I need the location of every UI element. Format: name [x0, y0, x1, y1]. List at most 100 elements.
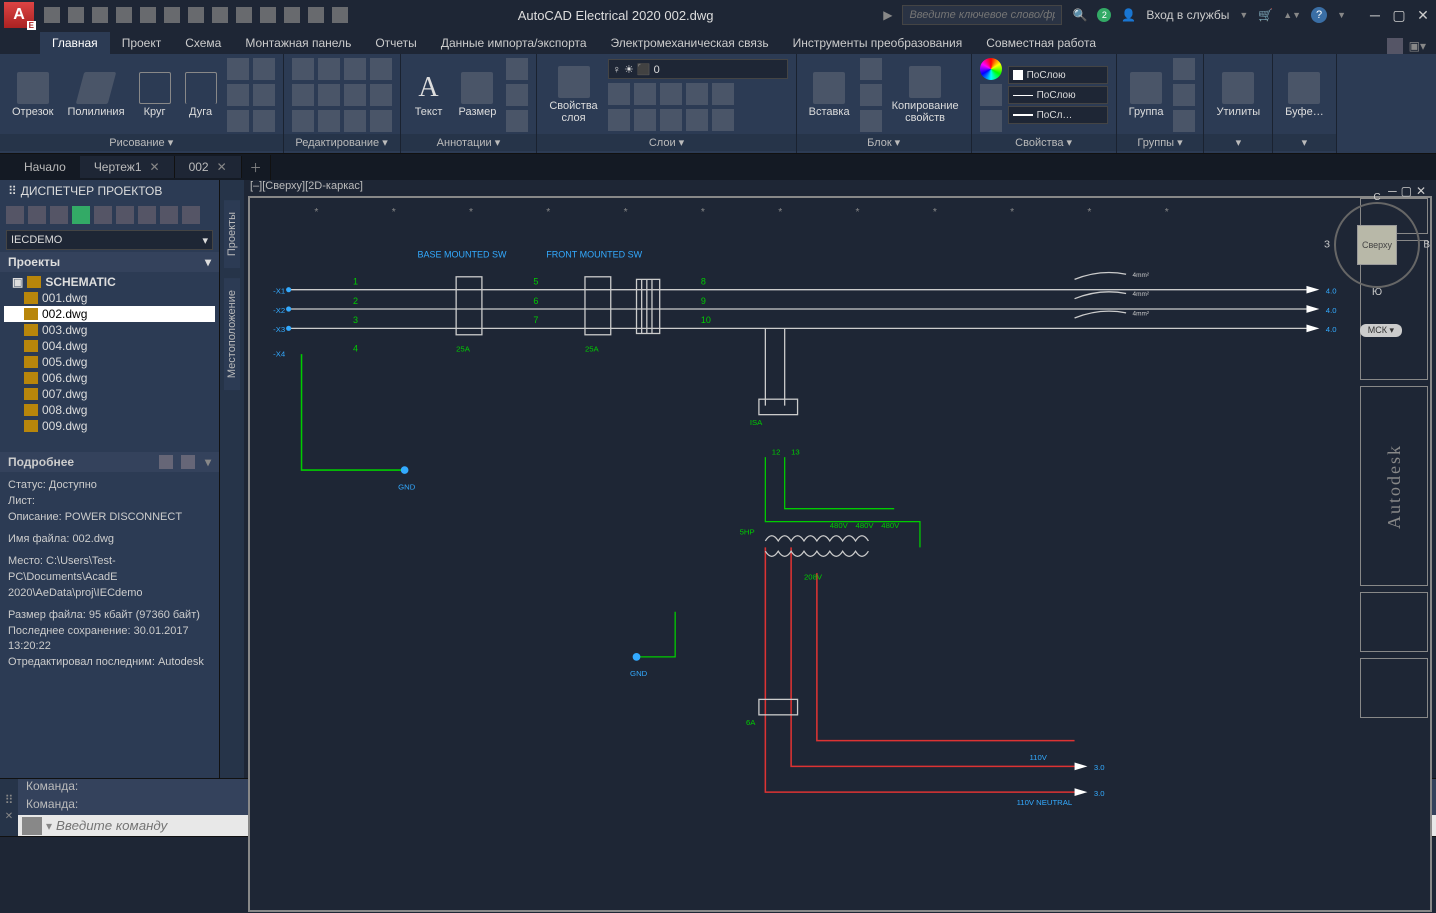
panel-props-title[interactable]: Свойства ▾	[972, 134, 1116, 151]
table-icon[interactable]	[506, 84, 528, 106]
move-icon[interactable]	[292, 58, 314, 80]
tree-file[interactable]: 002.dwg	[4, 306, 215, 322]
vp-close-icon[interactable]: ✕	[1416, 184, 1426, 198]
qat-plot-icon[interactable]	[164, 7, 180, 23]
close-icon[interactable]: ✕	[150, 160, 160, 174]
layer-tool-icon[interactable]	[712, 109, 734, 131]
tree-file[interactable]: 007.dwg	[4, 386, 215, 402]
search-input[interactable]	[902, 5, 1062, 25]
tab-conversion[interactable]: Инструменты преобразования	[781, 32, 975, 54]
signin-link[interactable]: Вход в службы	[1146, 8, 1229, 22]
tab-electromech[interactable]: Электромеханическая связь	[599, 32, 781, 54]
prop-tool-icon[interactable]	[980, 84, 1002, 106]
layer-tool-icon[interactable]	[686, 109, 708, 131]
block-tool-icon[interactable]	[860, 84, 882, 106]
doctab-new[interactable]: ＋	[242, 155, 271, 180]
panel-draw-title[interactable]: Рисование ▾	[0, 134, 283, 151]
draw-tool-icon[interactable]	[227, 110, 249, 132]
tab-panel[interactable]: Монтажная панель	[233, 32, 363, 54]
tree-file[interactable]: 003.dwg	[4, 322, 215, 338]
tab-project[interactable]: Проект	[110, 32, 174, 54]
close-button[interactable]: ✕	[1414, 6, 1432, 24]
tree-file[interactable]: 009.dwg	[4, 418, 215, 434]
pm-tool-icon[interactable]	[28, 206, 46, 224]
viewcube-face[interactable]: Сверху	[1357, 225, 1397, 265]
qat-new-icon[interactable]	[44, 7, 60, 23]
tree-file[interactable]: 005.dwg	[4, 354, 215, 370]
text-button[interactable]: АТекст	[409, 68, 449, 122]
group-tool-icon[interactable]	[1173, 110, 1195, 132]
layer-combo[interactable]: ♀ ☀ ⬛ 0	[608, 59, 788, 79]
array-icon[interactable]	[344, 110, 366, 132]
panel-annot-title[interactable]: Аннотации ▾	[401, 134, 537, 151]
cmd-prompt-icon[interactable]	[22, 817, 42, 835]
vp-maximize-icon[interactable]: ▢	[1401, 184, 1412, 198]
pm-tool-icon[interactable]	[182, 206, 200, 224]
scale-icon[interactable]	[318, 110, 340, 132]
tree-file[interactable]: 001.dwg	[4, 290, 215, 306]
project-combo[interactable]: IECDEMO▾	[6, 230, 213, 250]
view-cube[interactable]: С Ю В З Сверху	[1342, 210, 1412, 280]
tree-file[interactable]: 008.dwg	[4, 402, 215, 418]
app-logo[interactable]: A	[4, 2, 34, 28]
panel-block-title[interactable]: Блок ▾	[797, 134, 971, 151]
details-icon[interactable]	[181, 455, 195, 469]
draw-tool-icon[interactable]	[253, 84, 275, 106]
details-icon[interactable]	[159, 455, 173, 469]
layer-tool-icon[interactable]	[660, 109, 682, 131]
doctab-start[interactable]: Начало	[10, 156, 80, 178]
group-button[interactable]: Группа	[1125, 68, 1168, 122]
group-tool-icon[interactable]	[1173, 84, 1195, 106]
qat-saveas-icon[interactable]	[116, 7, 132, 23]
qat-undo-icon[interactable]	[188, 7, 204, 23]
draw-tool-icon[interactable]	[227, 84, 249, 106]
insert-button[interactable]: Вставка	[805, 68, 854, 122]
trim-icon[interactable]	[344, 58, 366, 80]
maximize-button[interactable]: ▢	[1390, 6, 1408, 24]
qat-print-icon[interactable]	[236, 7, 252, 23]
offset-icon[interactable]	[370, 110, 392, 132]
arc-button[interactable]: Дуга	[181, 68, 221, 122]
leader-icon[interactable]	[506, 58, 528, 80]
clipboard-button[interactable]: Буфе…	[1281, 68, 1328, 122]
draw-tool-icon[interactable]	[227, 58, 249, 80]
pm-tool-icon[interactable]	[6, 206, 24, 224]
tab-home[interactable]: Главная	[40, 32, 110, 54]
block-tool-icon[interactable]	[860, 58, 882, 80]
erase-icon[interactable]	[370, 58, 392, 80]
qat-redo-icon[interactable]	[212, 7, 228, 23]
rotate-icon[interactable]	[318, 58, 340, 80]
vp-minimize-icon[interactable]: ─	[1388, 184, 1397, 198]
matchprop-button[interactable]: Копирование свойств	[888, 62, 963, 128]
preview-thumb[interactable]	[1360, 658, 1428, 718]
color-combo[interactable]: ПоСлою	[1008, 66, 1108, 84]
pm-tool-icon[interactable]	[116, 206, 134, 224]
draw-tool-icon[interactable]	[253, 110, 275, 132]
group-tool-icon[interactable]	[1173, 58, 1195, 80]
color-icon[interactable]	[980, 58, 1002, 80]
layer-props-button[interactable]: Свойства слоя	[545, 62, 601, 128]
block-tool-icon[interactable]	[860, 110, 882, 132]
featured-apps-icon[interactable]	[1387, 38, 1403, 54]
cmd-close-icon[interactable]: ✕	[5, 811, 13, 822]
projects-header[interactable]: Проекты▾	[0, 252, 219, 272]
vtab-location[interactable]: Местоположение	[224, 278, 240, 390]
mirror-icon[interactable]	[318, 84, 340, 106]
viewport-label[interactable]: [–][Сверху][2D-каркас]	[244, 180, 1436, 192]
circle-button[interactable]: Круг	[135, 68, 175, 122]
stretch-icon[interactable]	[292, 110, 314, 132]
close-icon[interactable]: ✕	[217, 160, 227, 174]
layer-tool-icon[interactable]	[608, 109, 630, 131]
qat-pub-icon[interactable]	[260, 7, 276, 23]
panel-layers-title[interactable]: Слои ▾	[537, 134, 795, 151]
fillet-icon[interactable]	[344, 84, 366, 106]
pm-tool-icon[interactable]	[138, 206, 156, 224]
explode-icon[interactable]	[370, 84, 392, 106]
tab-import[interactable]: Данные импорта/экспорта	[429, 32, 599, 54]
qat-web-icon[interactable]	[140, 7, 156, 23]
prop-tool-icon[interactable]	[980, 110, 1002, 132]
tree-file[interactable]: 006.dwg	[4, 370, 215, 386]
qat-surf-icon[interactable]	[332, 7, 348, 23]
draw-tool-icon[interactable]	[253, 58, 275, 80]
ribbon-minimize-icon[interactable]: ▣▾	[1409, 39, 1426, 53]
